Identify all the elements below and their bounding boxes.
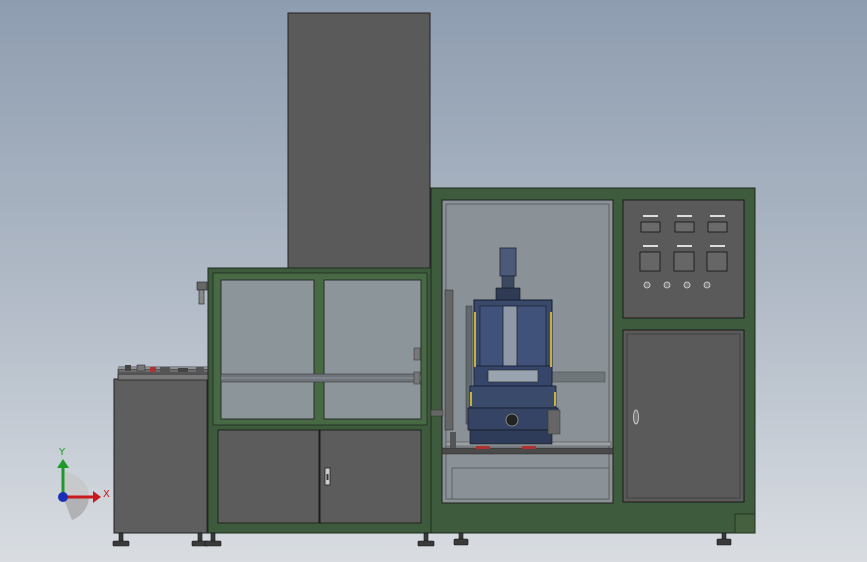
z-axis-dot <box>58 492 68 502</box>
conveyor-rail <box>117 364 209 374</box>
glass-pane-right <box>323 279 422 420</box>
coordinate-triad-icon: Y X <box>57 447 110 520</box>
panel-display-2[interactable] <box>673 251 695 272</box>
panel-button-3[interactable] <box>707 221 728 233</box>
panel-display-1[interactable] <box>639 251 661 272</box>
door-lock-icon[interactable] <box>633 409 639 425</box>
right-cabinet-door[interactable] <box>622 329 745 503</box>
indicator-lamp-4 <box>703 281 711 289</box>
glass-pane-left <box>220 279 315 420</box>
leveling-feet <box>112 532 732 547</box>
lower-door-left[interactable] <box>217 429 320 524</box>
machine-drawing: Y X <box>57 12 756 547</box>
panel-display-3[interactable] <box>706 251 728 272</box>
cad-viewport[interactable]: Y X <box>0 0 867 562</box>
indicator-lamp-1 <box>643 281 651 289</box>
central-glass-cabinet[interactable] <box>207 267 433 534</box>
exhaust-column[interactable] <box>287 12 431 270</box>
lower-door-right[interactable] <box>319 429 422 524</box>
indicator-lamp-2 <box>663 281 671 289</box>
x-axis-label: X <box>103 489 110 500</box>
door-handle-icon[interactable] <box>324 467 331 486</box>
control-panel[interactable] <box>622 199 745 319</box>
panel-button-1[interactable] <box>640 221 661 233</box>
y-axis-label: Y <box>58 447 66 458</box>
indicator-lamp-3 <box>683 281 691 289</box>
side-latch-icon[interactable] <box>196 281 208 305</box>
panel-button-2[interactable] <box>674 221 695 233</box>
left-loading-cabinet[interactable] <box>113 373 209 534</box>
